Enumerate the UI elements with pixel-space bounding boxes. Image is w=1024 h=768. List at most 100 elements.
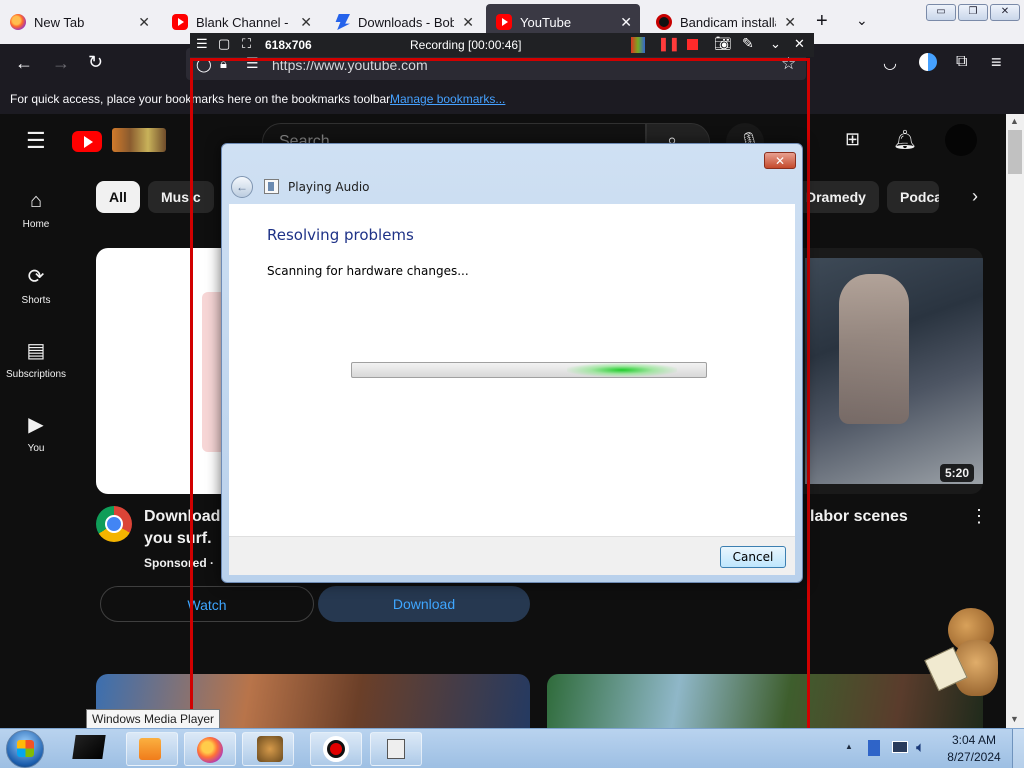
bookmarks-toolbar: For quick access, place your bookmarks h… <box>0 84 1024 114</box>
scrollbar-thumb[interactable] <box>1008 130 1022 174</box>
reload-icon[interactable]: ↻ <box>88 52 103 73</box>
taskbar-media-player[interactable] <box>126 732 178 766</box>
desktop-buddy-mascot[interactable] <box>924 606 1010 706</box>
bandicam-toolbar: ☰ ▢ ⛶ 618x706 Recording [00:00:46] ❚❚ 📷︎… <box>190 33 814 57</box>
bookmark-star-icon[interactable]: ☆ <box>781 54 796 74</box>
video-duration: 5:20 <box>940 464 975 482</box>
close-window-button[interactable]: ✕ <box>990 4 1020 21</box>
close-icon[interactable]: ✕ <box>794 36 805 52</box>
tab-new-tab[interactable]: New Tab ✕ <box>0 4 158 40</box>
sidebar-item-subscriptions[interactable]: ▤ Subscriptions <box>0 338 72 380</box>
chip-dramedy[interactable]: Dramedy <box>796 181 879 213</box>
collapse-icon[interactable]: ⌄ <box>770 36 781 52</box>
forward-arrow-icon[interactable]: → <box>52 53 70 74</box>
scroll-down-icon[interactable]: ▼ <box>1010 714 1019 724</box>
troubleshooter-dialog: ✕ ← Playing Audio Resolving problems Sca… <box>221 143 803 583</box>
ad-title-line2[interactable]: you surf. <box>144 530 212 548</box>
taskbar-bonzibuddy[interactable] <box>242 732 294 766</box>
youtube-icon <box>496 14 512 30</box>
more-options-icon[interactable]: ⋮ <box>970 506 988 527</box>
display-tray-icon[interactable] <box>892 741 908 753</box>
taskbar-bandicam[interactable] <box>310 732 362 766</box>
youtube-logo-icon[interactable] <box>72 131 102 152</box>
guide-menu-icon[interactable]: ☰ <box>26 128 46 154</box>
clock-date[interactable]: 8/27/2024 <box>946 750 1002 764</box>
menu-icon[interactable]: ≡ <box>991 52 1002 73</box>
bonzi-icon <box>257 736 283 762</box>
resize-icon[interactable]: ⛶ <box>242 36 251 52</box>
windows-logo-icon <box>17 740 34 757</box>
dialog-body: Resolving problems Scanning for hardware… <box>229 204 795 536</box>
firefox-icon <box>197 737 223 763</box>
manage-bookmarks-link[interactable]: Manage bookmarks... <box>390 92 505 106</box>
video-title[interactable]: labor scenes <box>810 508 908 526</box>
dialog-close-button[interactable]: ✕ <box>764 152 796 169</box>
close-tab-icon[interactable]: ✕ <box>138 14 150 31</box>
camera-icon[interactable]: 📷︎ <box>714 35 732 52</box>
chip-all[interactable]: All <box>96 181 140 213</box>
minimize-button[interactable]: ▭ <box>926 4 956 21</box>
watch-button[interactable]: Watch <box>100 586 314 622</box>
chrome-logo-icon <box>96 506 132 542</box>
pause-icon[interactable]: ❚❚ <box>658 36 680 52</box>
back-arrow-icon[interactable]: ← <box>15 53 33 74</box>
close-tab-icon[interactable]: ✕ <box>784 14 796 31</box>
download-button[interactable]: Download <box>318 586 530 622</box>
sidebar-item-you[interactable]: ▶ You <box>0 412 72 454</box>
pocket-icon[interactable]: ◡ <box>883 53 897 73</box>
back-arrow-icon[interactable]: ← <box>231 176 253 198</box>
shield-icon[interactable]: ◯ <box>196 56 212 73</box>
show-desktop-button[interactable] <box>1012 729 1024 768</box>
doodle-logo-icon[interactable] <box>112 128 166 152</box>
tab-title: YouTube <box>520 14 572 30</box>
cancel-button[interactable]: Cancel <box>720 546 786 568</box>
pencil-icon[interactable]: ✎ <box>742 35 754 52</box>
notifications-bell-icon[interactable]: 🔔︎ <box>893 128 917 152</box>
tab-title: Bandicam installation <box>680 14 776 30</box>
close-tab-icon[interactable]: ✕ <box>620 14 632 31</box>
menu-icon[interactable]: ☰ <box>196 36 208 52</box>
chip-music[interactable]: Music <box>148 181 214 213</box>
chevron-right-icon[interactable]: › <box>972 186 978 207</box>
ad-title-line1[interactable]: Download <box>144 508 220 526</box>
media-player-icon <box>139 738 161 760</box>
permissions-icon[interactable]: ☰ <box>246 55 259 72</box>
new-tab-button[interactable]: + <box>816 10 828 33</box>
taskbar-firefox[interactable] <box>184 732 236 766</box>
extensions-icon[interactable]: ⧉ <box>956 53 967 71</box>
taskbar-troubleshooter[interactable] <box>370 732 422 766</box>
video-thumbnail-3[interactable] <box>547 674 983 728</box>
fullscreen-icon[interactable]: ▢ <box>218 36 230 52</box>
subscriptions-icon: ▤ <box>26 340 46 362</box>
tab-title: Downloads - Bob P <box>358 14 454 30</box>
create-icon[interactable]: ⊞ <box>845 129 860 150</box>
start-button[interactable] <box>6 730 44 768</box>
clock-time[interactable]: 3:04 AM <box>950 733 998 747</box>
close-tab-icon[interactable]: ✕ <box>462 14 474 31</box>
speaker-tray-icon[interactable]: 🔈︎ <box>916 739 925 756</box>
show-desktop-icon[interactable] <box>72 735 106 759</box>
troubleshooter-icon <box>387 739 405 759</box>
sidebar-item-home[interactable]: ⌂ Home <box>0 190 72 230</box>
scroll-up-icon[interactable]: ▲ <box>1010 116 1019 126</box>
list-tabs-icon[interactable]: ⌄ <box>856 12 868 29</box>
url-text[interactable]: https://www.youtube.com <box>272 57 428 73</box>
close-tab-icon[interactable]: ✕ <box>300 14 312 31</box>
network-tray-icon[interactable] <box>868 740 880 756</box>
audio-level-icon <box>631 37 645 53</box>
stop-icon[interactable] <box>687 39 698 50</box>
show-hidden-icons-button[interactable]: ▲ <box>845 742 853 751</box>
you-icon: ▶ <box>28 414 44 436</box>
sidebar-item-label: Subscriptions <box>5 369 67 380</box>
troubleshooter-icon <box>264 179 279 194</box>
lock-icon[interactable]: 🔒︎ <box>220 56 227 72</box>
bandicam-icon <box>323 736 349 762</box>
dialog-footer <box>229 536 795 575</box>
sidebar-item-shorts[interactable]: ⟳ Shorts <box>0 264 72 306</box>
account-icon[interactable] <box>919 53 937 71</box>
chip-podcasts[interactable]: Podcasts <box>887 181 939 213</box>
avatar[interactable] <box>945 124 977 156</box>
taskbar-tooltip: Windows Media Player <box>86 709 221 729</box>
tab-title: Blank Channel - YouTube <box>196 14 292 30</box>
maximize-button[interactable]: ❐ <box>958 4 988 21</box>
